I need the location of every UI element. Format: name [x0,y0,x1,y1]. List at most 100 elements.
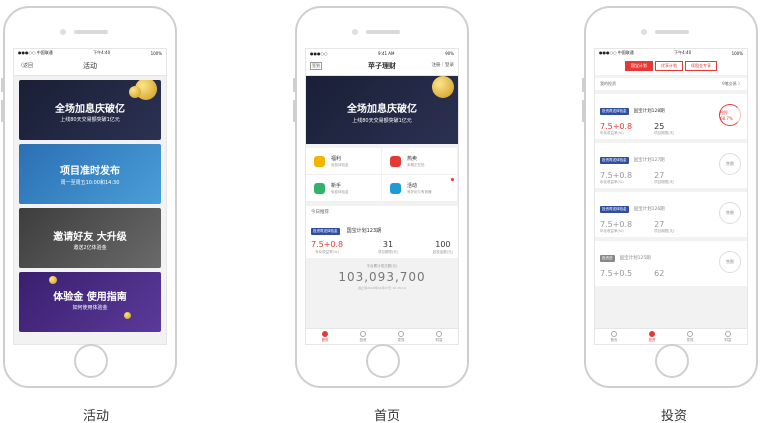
banner-subtitle: 上线80天交易额突破1亿元 [60,117,120,123]
tab-rent-exclusive[interactable]: 续租金专享 [685,61,717,71]
grid-item-hot[interactable]: 热卖 本期正在抢 [382,148,458,175]
rate-label: 年化收益率(%) [600,229,624,233]
coin-icon [49,276,57,284]
invest-icon [360,331,366,337]
tab-bar: 首页 投资 发现 财富 [306,328,458,344]
banner-guide[interactable]: 体验金 使用指南 如何使用体验金 [19,272,161,332]
product-name: 国宝计划127期 [633,158,665,163]
carrier: ●●●○○ 中国联通 [18,50,53,55]
clock: 下午4:40 [674,50,692,55]
app-title: 苹子理财 [368,62,396,70]
star-icon [390,182,401,194]
speaker [74,30,108,34]
wealth-icon [725,331,731,337]
min-amount-label: 起投金额(元) [432,250,453,254]
battery: 100% [150,50,162,56]
login-register-link[interactable]: 注册｜登录 [432,62,455,68]
tab-home[interactable]: 首页 [306,329,344,344]
back-button[interactable]: 〈返回 [18,62,33,69]
activity-screen: ●●●○○ 中国联通 下午4:40 100% 〈返回 活动 全场加息庆破亿 上线… [13,48,167,345]
grid-subtitle: 有好玩又有钱赚 [407,189,432,194]
total-value: 103,093,700 [338,270,426,284]
status-bar: ●●●○○ 中国联通 下午4:40 100% [14,49,166,57]
checkin-button[interactable]: 签到 [310,62,322,70]
my-invest-label: 我的投资 [600,81,616,86]
banner-schedule[interactable]: 项目准时发布 周一至周五10:00和14:30 [19,144,161,204]
tab-home[interactable]: 首页 [595,329,633,344]
banner-promo[interactable]: 全场加息庆破亿 上线80天交易额突破1亿元 [19,80,161,140]
rate-label: 年化收益率(%) [600,180,624,184]
promo-tag: 投资再送体验金 [600,206,629,213]
tab-discover[interactable]: 发现 [671,329,709,344]
grid-item-newbie[interactable]: 新手 免费体验金 [306,175,382,202]
phone-activity: ●●●○○ 中国联通 下午4:40 100% 〈返回 活动 全场加息庆破亿 上线… [1,6,177,388]
carrier: ●●●○○ [310,50,328,56]
caption-activity: 活动 [82,409,109,423]
status-bar: ●●●○○ 9:41 AM 90% [306,49,458,57]
total-label: 平台累计成交额(元) [366,264,398,268]
days-value: 62 [654,269,665,278]
carrier: ●●●○○ 中国联通 [599,50,634,55]
flame-icon [390,155,401,167]
phone-home: ●●●○○ 9:41 AM 90% 签到 苹子理财 注册｜登录 全场加息庆破亿 … [293,6,469,388]
home-icon [322,331,328,337]
camera [60,29,66,35]
product-card[interactable]: 投资再送体验金 国宝计划126期 7.5+0.8 年化收益率(%) 27 项目期限(… [595,192,747,237]
phone-invest: ●●●○○ 中国联通 下午4:40 100% 国宝计划 优享计划 续租金专享 我… [582,6,758,388]
home-button[interactable] [74,344,108,378]
invest-screen: ●●●○○ 中国联通 下午4:40 100% 国宝计划 优享计划 续租金专享 我… [594,48,748,345]
tab-bar: 首页 投资 发现 财富 [595,328,747,344]
promo-tag: 投资再送体验金 [600,108,629,115]
tab-youxiang-plan[interactable]: 优享计划 [655,61,683,71]
grid-title: 热卖 [407,155,418,162]
page-title: 活动 [83,62,97,70]
my-invest-count: 9笔交易 〉 [722,81,742,86]
banner-title: 全场加息庆破亿 [55,104,125,115]
days-label: 项目期限(天) [654,131,675,135]
days-label: 项目期限(天) [377,250,399,254]
grid-title: 新手 [331,182,342,189]
product-name: 国宝计划126期 [633,207,665,212]
rate-label: 年化收益率(%) [315,250,339,254]
coin-icon [124,312,131,319]
product-card[interactable]: 投资再送体验金 国宝计划128期 7.5+0.8 年化收益率(%) 25 项目期限(… [595,94,747,139]
grid-subtitle: 本期正在抢 [407,162,425,167]
home-button[interactable] [366,344,400,378]
tab-discover[interactable]: 发现 [382,329,420,344]
grid-item-activity[interactable]: 活动 有好玩又有钱赚 [382,175,458,202]
banner-subtitle: 如何使用体验金 [72,305,108,311]
clock: 下午4:40 [93,50,111,55]
tab-invest[interactable]: 投资 [344,329,382,344]
grid-item-welfare[interactable]: 福利 免费体验金 [306,148,382,175]
promo-tag: 投资再送体验金 [600,157,629,164]
product-name: 国宝计划128期 [633,109,665,114]
tab-wealth[interactable]: 财富 [709,329,747,344]
product-card[interactable]: 投资再送体验金 国宝计划127期 7.5+0.8 年化收益率(%) 27 项目期限(… [595,143,747,188]
days-value: 27 [654,220,665,229]
tab-wealth[interactable]: 财富 [420,329,458,344]
days-value: 25 [654,122,665,131]
diamond-icon [314,155,325,167]
min-amount-value: 100 [435,240,451,249]
banner-title: 项目准时发布 [60,166,120,177]
promo-tag: 投资送 [600,255,615,262]
tab-guobao-plan[interactable]: 国宝计划 [625,61,653,71]
product-name: 国宝计划125期 [619,256,651,261]
grid-subtitle: 免费体验金 [331,189,349,194]
my-invest-row[interactable]: 我的投资 9笔交易 〉 [595,78,747,90]
soldout-ring: 售罄 [719,153,741,175]
invest-icon [649,331,655,337]
platform-total: 平台累计成交额(元) 103,093,700 截止到2016年04月27日 10… [306,264,458,290]
banner-invite[interactable]: 邀请好友 大升级 邀送2亿体验金 [19,208,161,268]
recommendation-card[interactable]: 今日推荐 投资再送体验金 国宝计划123期 7.5+0.8 年化收益率(%) 31… [306,206,458,258]
rate-value: 7.5+0.5 [600,269,633,278]
clock: 9:41 AM [378,50,395,56]
grid-subtitle: 免费体验金 [331,162,349,167]
hero-banner[interactable]: 全场加息庆破亿 上线80天交易额突破1亿元 [306,76,458,144]
home-button[interactable] [655,344,689,378]
days-label: 项目期限(天) [654,229,675,233]
camera [641,29,647,35]
battery: 90% [445,50,454,56]
product-card[interactable]: 投资送 国宝计划125期 7.5+0.5 62 售罄 [595,241,747,286]
tab-invest[interactable]: 投资 [633,329,671,344]
